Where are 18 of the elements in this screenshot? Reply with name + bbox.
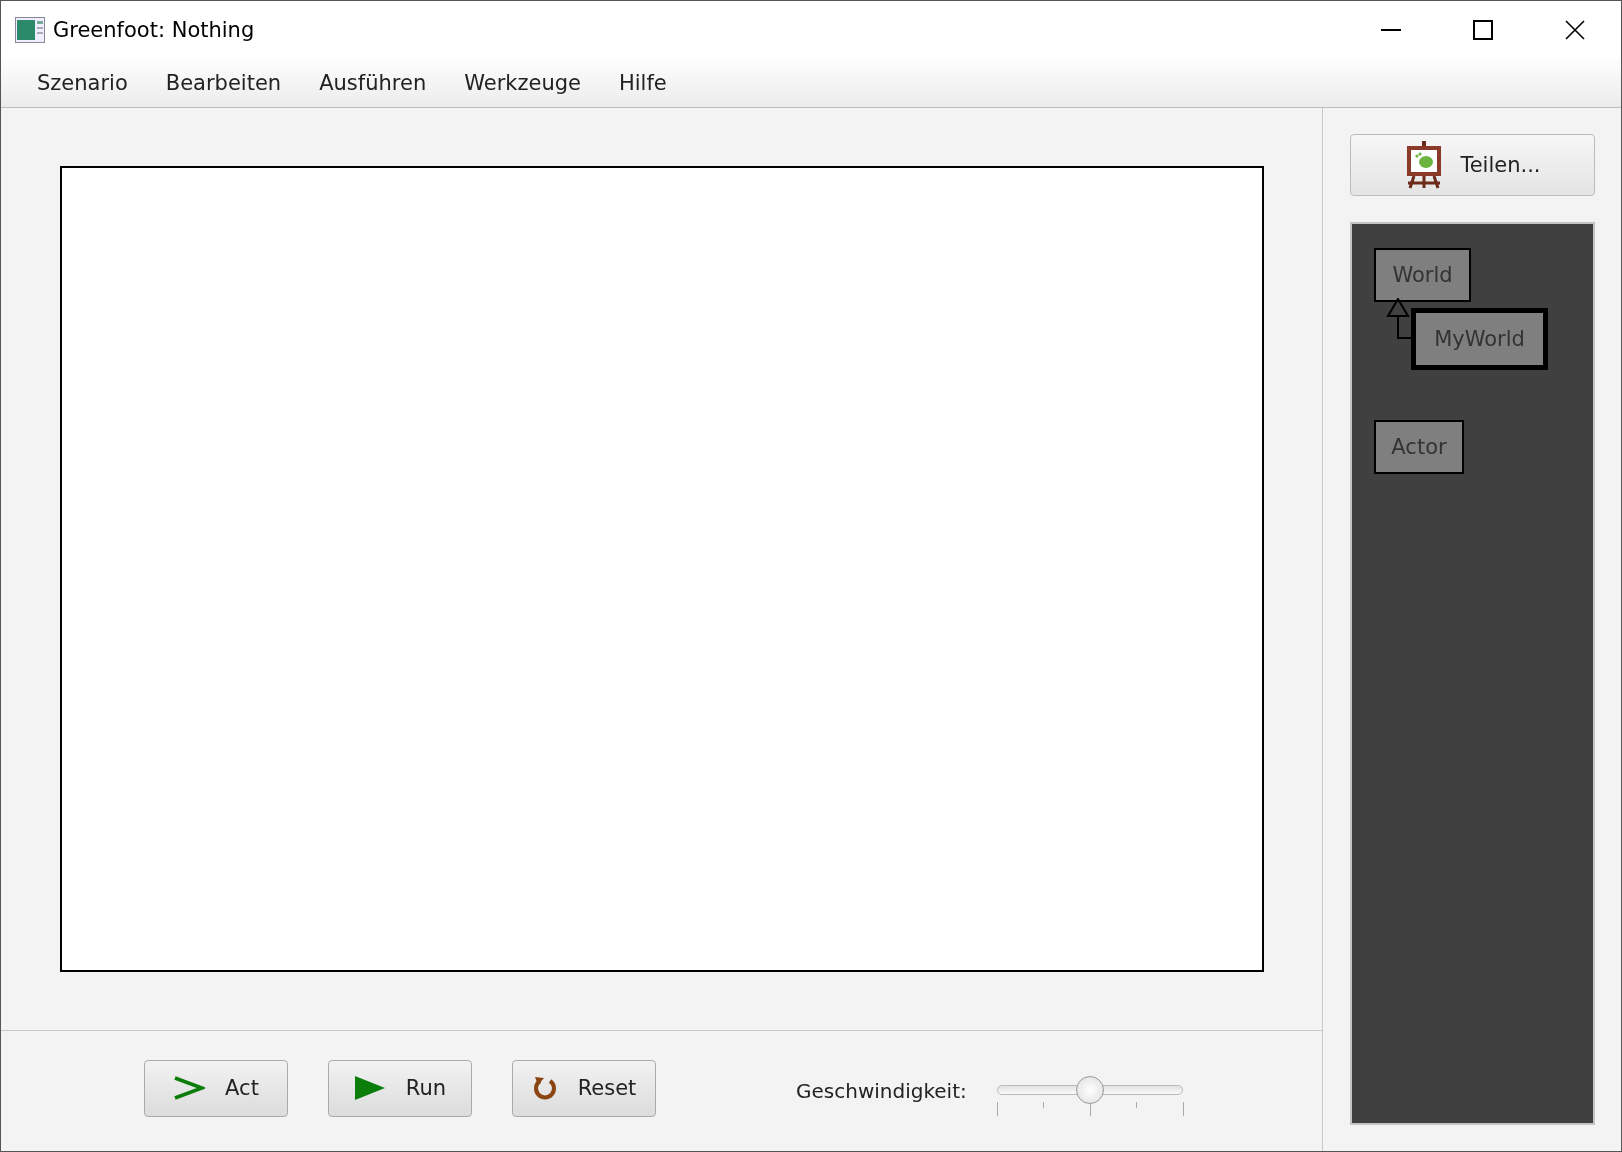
menu-item[interactable]: Ausführen [303, 71, 443, 95]
maximize-icon [1473, 20, 1493, 40]
share-button[interactable]: Teilen... [1350, 134, 1595, 196]
minimize-icon [1381, 29, 1401, 31]
speed-label: Geschwindigkeit: [796, 1079, 967, 1103]
menu-item[interactable]: Bearbeiten [149, 71, 298, 95]
menu-item[interactable]: Szenario [21, 71, 144, 95]
menu-item[interactable]: Hilfe [602, 71, 683, 95]
control-button[interactable]: Run [328, 1059, 472, 1117]
window-title: Greenfoot: Nothing [53, 18, 256, 42]
reset-icon [531, 1075, 558, 1101]
chevron-icon [173, 1076, 206, 1100]
play-icon [353, 1075, 386, 1101]
control-button[interactable]: Act [144, 1059, 288, 1117]
app-icon [15, 17, 45, 43]
menu-item[interactable]: Werkzeuge [448, 71, 597, 95]
control-button[interactable]: Reset [512, 1059, 656, 1117]
close-icon [1565, 20, 1585, 40]
